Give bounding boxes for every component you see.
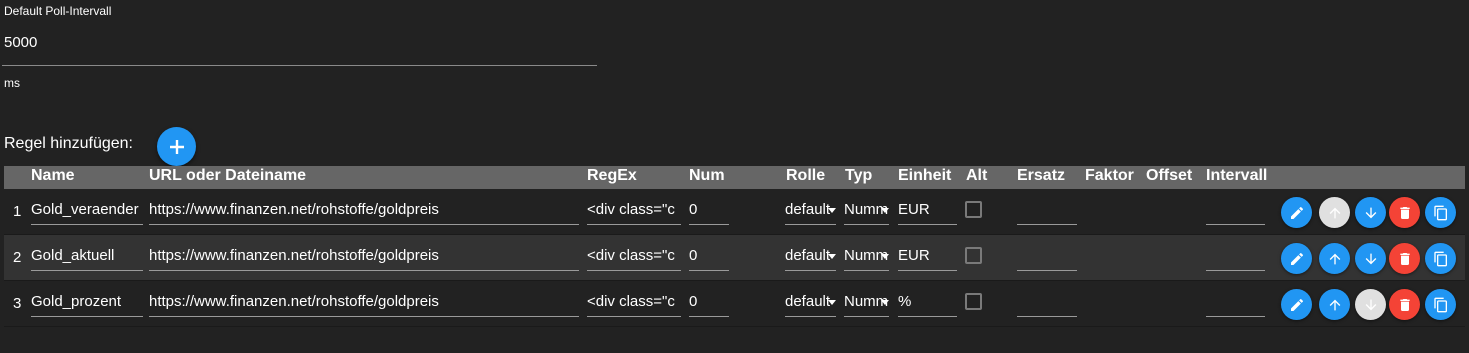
col-header-name: Name [31, 167, 75, 184]
einheit-field[interactable]: EUR [898, 245, 957, 271]
name-field[interactable]: Gold_prozent [31, 291, 143, 317]
intervall-field[interactable] [1206, 291, 1265, 317]
table-row: 1 Gold_veraender https://www.finanzen.ne… [4, 189, 1465, 235]
pencil-icon [1290, 298, 1303, 311]
intervall-field[interactable] [1206, 199, 1265, 225]
add-rule-button[interactable] [157, 127, 196, 166]
row-index: 2 [13, 249, 22, 266]
ersatz-field[interactable] [1017, 291, 1077, 317]
num-field[interactable]: 0 [689, 199, 729, 225]
copy-button[interactable] [1425, 197, 1456, 228]
chevron-down-icon [828, 208, 836, 213]
trash-icon [1399, 298, 1410, 311]
num-field[interactable]: 0 [689, 245, 729, 271]
col-header-faktor: Faktor [1085, 167, 1134, 184]
col-header-url: URL oder Dateiname [149, 167, 307, 184]
arrow-up-icon [1329, 299, 1340, 310]
name-field[interactable]: Gold_veraender [31, 199, 143, 225]
ersatz-field[interactable] [1017, 199, 1077, 225]
url-field[interactable]: https://www.finanzen.net/rohstoffe/goldp… [149, 199, 579, 225]
regex-field[interactable]: <div class="c [587, 291, 681, 317]
alt-checkbox[interactable] [965, 293, 982, 310]
delete-button[interactable] [1389, 289, 1420, 320]
copy-icon [1433, 205, 1447, 220]
arrow-up-icon [1329, 207, 1340, 218]
move-down-button[interactable] [1355, 289, 1386, 320]
delete-button[interactable] [1389, 197, 1420, 228]
arrow-down-icon [1365, 299, 1376, 310]
move-up-button[interactable] [1319, 197, 1350, 228]
chevron-down-icon [881, 254, 889, 259]
move-down-button[interactable] [1355, 197, 1386, 228]
move-up-button[interactable] [1319, 289, 1350, 320]
einheit-field[interactable]: % [898, 291, 957, 317]
col-header-intervall: Intervall [1206, 167, 1268, 184]
plus-icon [169, 139, 184, 154]
poll-interval-input[interactable]: 5000 [4, 34, 37, 51]
trash-icon [1399, 252, 1410, 265]
name-field[interactable]: Gold_aktuell [31, 245, 143, 271]
col-header-offset: Offset [1146, 167, 1193, 184]
copy-button[interactable] [1425, 289, 1456, 320]
row-index: 3 [13, 295, 22, 312]
copy-button[interactable] [1425, 243, 1456, 274]
ersatz-field[interactable] [1017, 245, 1077, 271]
rolle-select[interactable]: default [785, 199, 836, 225]
regex-field[interactable]: <div class="c [587, 245, 681, 271]
move-up-button[interactable] [1319, 243, 1350, 274]
rolle-select[interactable]: default [785, 291, 836, 317]
typ-select[interactable]: Numm [844, 199, 889, 225]
col-header-typ: Typ [845, 167, 873, 184]
trash-icon [1399, 206, 1410, 219]
num-field[interactable]: 0 [689, 291, 729, 317]
arrow-down-icon [1365, 207, 1376, 218]
typ-select[interactable]: Numm [844, 245, 889, 271]
arrow-up-icon [1329, 253, 1340, 264]
url-field[interactable]: https://www.finanzen.net/rohstoffe/goldp… [149, 291, 579, 317]
chevron-down-icon [828, 254, 836, 259]
col-header-num: Num [689, 167, 725, 184]
table-row: 2 Gold_aktuell https://www.finanzen.net/… [4, 235, 1465, 281]
poll-interval-underline [2, 65, 597, 66]
poll-interval-unit: ms [4, 76, 20, 90]
add-rule-label: Regel hinzufügen: [4, 135, 133, 152]
table-header: Name URL oder Dateiname RegEx Num Rolle … [4, 166, 1465, 189]
regex-field[interactable]: <div class="c [587, 199, 681, 225]
row-index: 1 [13, 203, 22, 220]
copy-icon [1433, 251, 1447, 266]
col-header-alt: Alt [966, 167, 988, 184]
edit-button[interactable] [1281, 243, 1312, 274]
rolle-select[interactable]: default [785, 245, 836, 271]
table-row: 3 Gold_prozent https://www.finanzen.net/… [4, 281, 1465, 327]
edit-button[interactable] [1281, 289, 1312, 320]
alt-checkbox[interactable] [965, 201, 982, 218]
einheit-field[interactable]: EUR [898, 199, 957, 225]
rules-table: Name URL oder Dateiname RegEx Num Rolle … [4, 166, 1465, 327]
alt-checkbox[interactable] [965, 247, 982, 264]
intervall-field[interactable] [1206, 245, 1265, 271]
pencil-icon [1290, 206, 1303, 219]
edit-button[interactable] [1281, 197, 1312, 228]
col-header-rolle: Rolle [786, 167, 826, 184]
typ-select[interactable]: Numm [844, 291, 889, 317]
chevron-down-icon [828, 300, 836, 305]
col-header-regex: RegEx [587, 167, 637, 184]
url-field[interactable]: https://www.finanzen.net/rohstoffe/goldp… [149, 245, 579, 271]
pencil-icon [1290, 252, 1303, 265]
delete-button[interactable] [1389, 243, 1420, 274]
copy-icon [1433, 297, 1447, 312]
arrow-down-icon [1365, 253, 1376, 264]
move-down-button[interactable] [1355, 243, 1386, 274]
poll-interval-label: Default Poll-Intervall [4, 4, 112, 18]
chevron-down-icon [881, 208, 889, 213]
col-header-ersatz: Ersatz [1017, 167, 1066, 184]
col-header-einheit: Einheit [898, 167, 952, 184]
chevron-down-icon [881, 300, 889, 305]
